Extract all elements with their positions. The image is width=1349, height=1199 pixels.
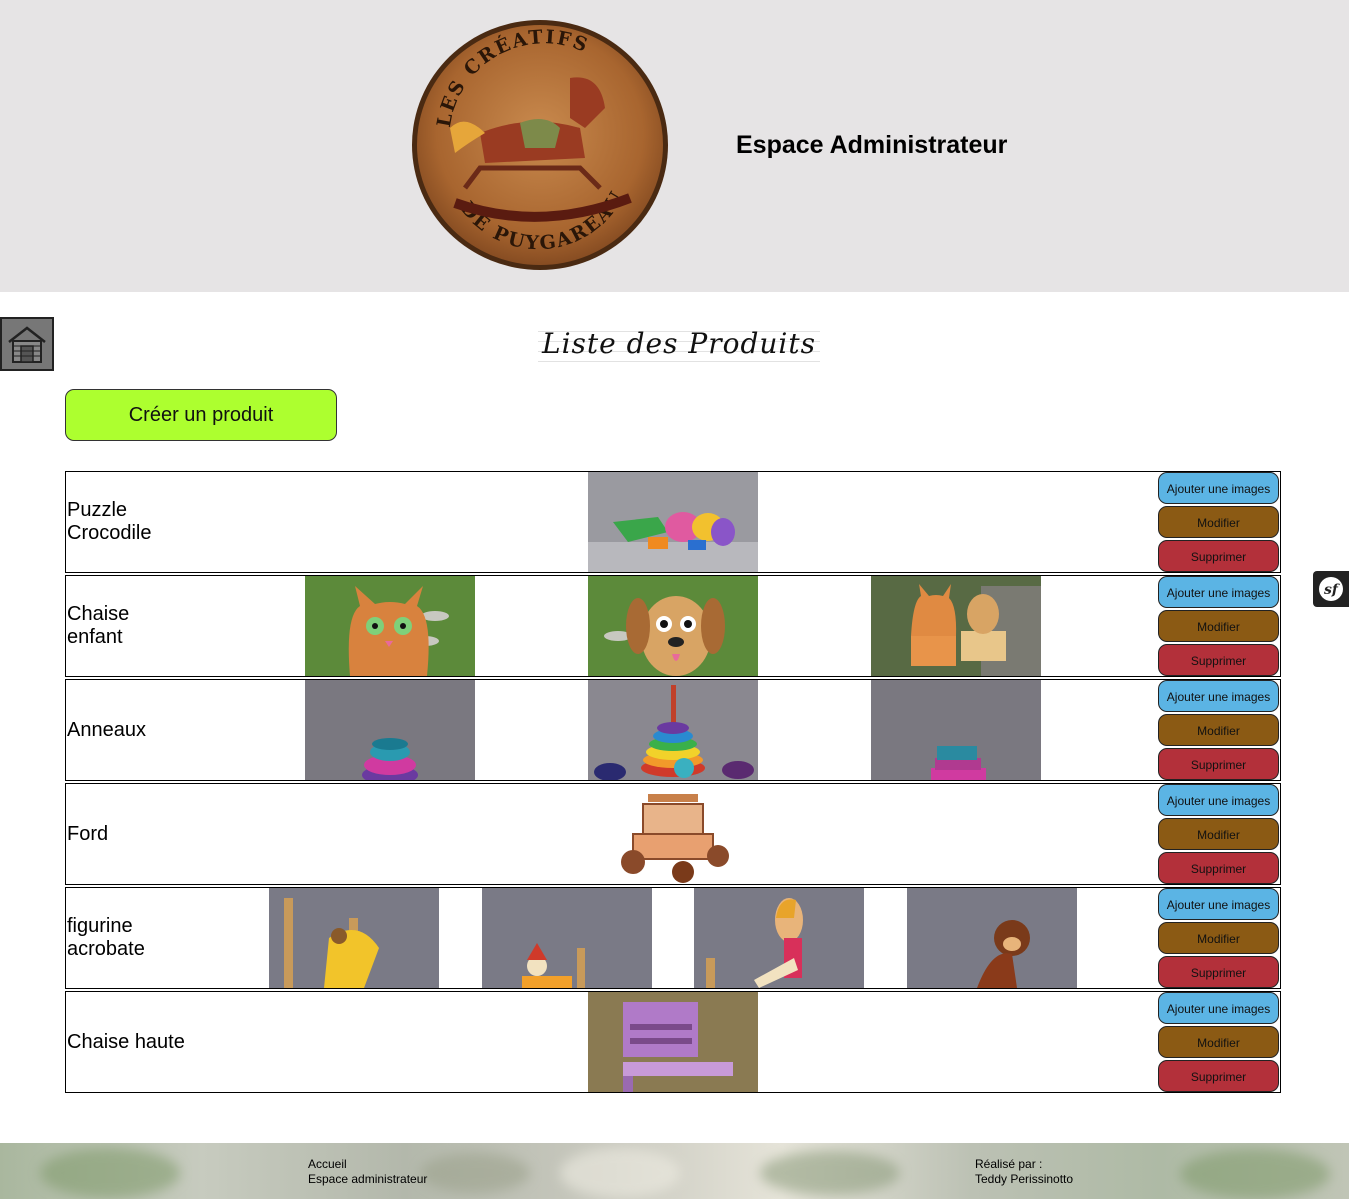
product-image[interactable] — [588, 992, 758, 1092]
product-row: Chaise enfant Ajouter une images Modifie… — [65, 575, 1281, 677]
product-name: Ford — [67, 822, 109, 845]
add-images-button[interactable]: Ajouter une images — [1158, 576, 1279, 608]
footer-nav: Accueil Espace administrateur — [308, 1157, 427, 1187]
product-image[interactable] — [871, 680, 1041, 780]
product-image[interactable] — [305, 576, 475, 676]
credit-name: Teddy Perissinotto — [975, 1172, 1074, 1186]
product-actions: Ajouter une images Modifier Supprimer — [1158, 576, 1280, 678]
add-images-button[interactable]: Ajouter une images — [1158, 784, 1279, 816]
credit-label: Réalisé par : — [975, 1157, 1043, 1171]
create-product-button[interactable]: Créer un produit — [65, 389, 337, 441]
product-row: figurine acrobate Ajouter une images Mod… — [65, 887, 1281, 989]
product-name: Chaise enfant — [67, 603, 130, 648]
add-images-button[interactable]: Ajouter une images — [1158, 472, 1279, 504]
house-icon — [8, 326, 46, 363]
product-actions: Ajouter une images Modifier Supprimer — [1158, 992, 1280, 1094]
delete-button[interactable]: Supprimer — [1158, 852, 1279, 884]
delete-button[interactable]: Supprimer — [1158, 748, 1279, 780]
product-image[interactable] — [588, 576, 758, 676]
home-button[interactable] — [0, 317, 54, 371]
product-row: Puzzle Crocodile Ajouter une images Modi… — [65, 471, 1281, 573]
add-images-button[interactable]: Ajouter une images — [1158, 680, 1279, 712]
delete-button[interactable]: Supprimer — [1158, 540, 1279, 572]
product-image[interactable] — [694, 888, 864, 988]
product-actions: Ajouter une images Modifier Supprimer — [1158, 472, 1280, 574]
edit-button[interactable]: Modifier — [1158, 714, 1279, 746]
edit-button[interactable]: Modifier — [1158, 610, 1279, 642]
footer-credit: Réalisé par : Teddy Perissinotto — [975, 1157, 1073, 1187]
footer-link-home[interactable]: Accueil — [308, 1157, 427, 1172]
symfony-icon: sf — [1319, 577, 1343, 601]
product-actions: Ajouter une images Modifier Supprimer — [1158, 888, 1280, 990]
product-image[interactable] — [305, 680, 475, 780]
delete-button[interactable]: Supprimer — [1158, 956, 1279, 988]
product-image[interactable] — [907, 888, 1077, 988]
product-actions: Ajouter une images Modifier Supprimer — [1158, 680, 1280, 782]
edit-button[interactable]: Modifier — [1158, 818, 1279, 850]
page-title: Liste des Produits — [538, 322, 820, 364]
brand-logo[interactable]: LES CRÉATIFS DE PUYGAREAU — [410, 18, 670, 272]
edit-button[interactable]: Modifier — [1158, 922, 1279, 954]
product-list: Puzzle Crocodile Ajouter une images Modi… — [65, 471, 1281, 1095]
product-actions: Ajouter une images Modifier Supprimer — [1158, 784, 1280, 886]
product-image[interactable] — [588, 784, 758, 884]
site-header: LES CRÉATIFS DE PUYGAREAU Espace Adminis… — [0, 0, 1349, 292]
delete-button[interactable]: Supprimer — [1158, 1060, 1279, 1092]
product-name: Chaise haute — [67, 1030, 185, 1053]
product-name: figurine acrobate — [67, 915, 145, 960]
product-row: Ford Ajouter une images Modifier Supprim… — [65, 783, 1281, 885]
product-row: Anneaux Ajouter une images Modifier Supp… — [65, 679, 1281, 781]
footer-link-admin[interactable]: Espace administrateur — [308, 1172, 427, 1187]
edit-button[interactable]: Modifier — [1158, 506, 1279, 538]
delete-button[interactable]: Supprimer — [1158, 644, 1279, 676]
product-image[interactable] — [269, 888, 439, 988]
product-image[interactable] — [482, 888, 652, 988]
add-images-button[interactable]: Ajouter une images — [1158, 992, 1279, 1024]
product-image[interactable] — [588, 680, 758, 780]
product-image[interactable] — [871, 576, 1041, 676]
product-image[interactable] — [588, 472, 758, 572]
product-row: Chaise haute Ajouter une images Modifier… — [65, 991, 1281, 1093]
product-name: Puzzle Crocodile — [67, 499, 152, 544]
admin-space-title: Espace Administrateur — [736, 131, 1008, 159]
symfony-toolbar-toggle[interactable]: sf — [1313, 571, 1349, 607]
site-footer: Accueil Espace administrateur Réalisé pa… — [0, 1143, 1349, 1199]
edit-button[interactable]: Modifier — [1158, 1026, 1279, 1058]
product-name: Anneaux — [67, 718, 146, 741]
add-images-button[interactable]: Ajouter une images — [1158, 888, 1279, 920]
